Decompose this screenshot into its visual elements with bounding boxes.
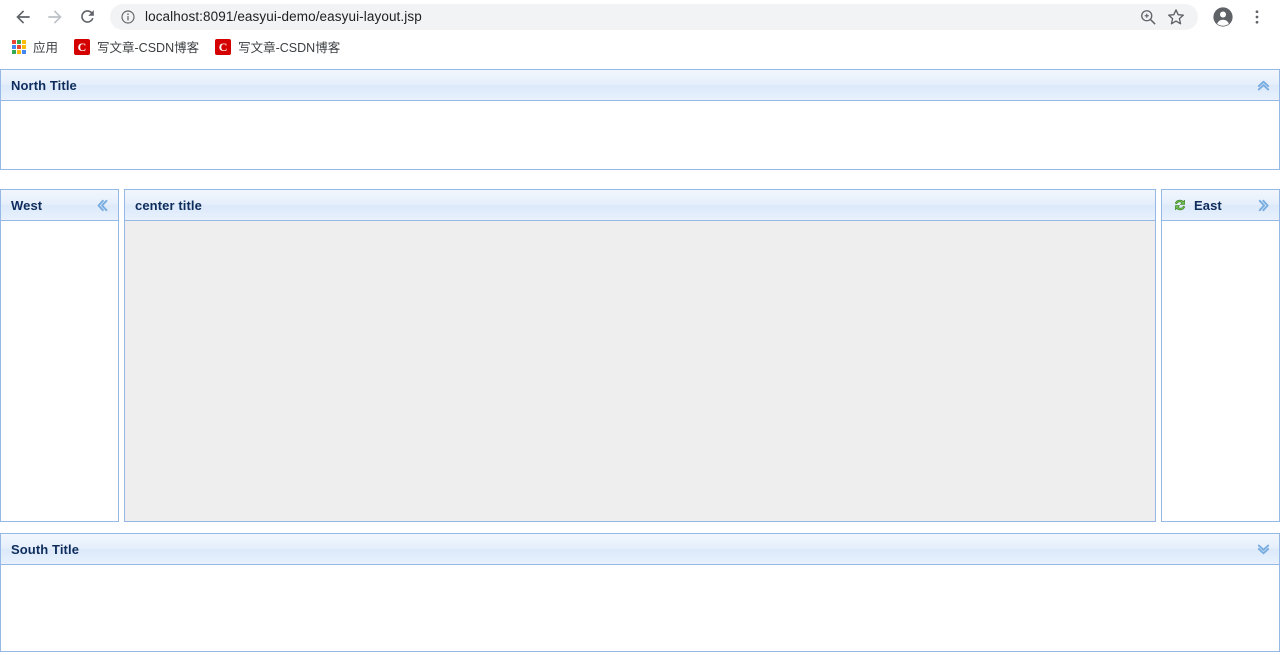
south-panel-body xyxy=(0,565,1280,652)
star-icon[interactable] xyxy=(1166,7,1186,27)
south-panel-title: South Title xyxy=(11,541,80,557)
bookmark-item-label: 写文章-CSDN博客 xyxy=(97,41,200,55)
bookmark-item-label: 写文章-CSDN博客 xyxy=(238,41,341,55)
address-bar-url: localhost:8091/easyui-demo/easyui-layout… xyxy=(145,9,422,24)
collapse-left-icon[interactable] xyxy=(94,197,110,213)
easyui-layout: North Title West center title East South… xyxy=(0,64,1280,655)
bookmarks-bar: 应用 C 写文章-CSDN博客 C 写文章-CSDN博客 xyxy=(0,33,1280,61)
csdn-favicon: C xyxy=(74,38,91,55)
browser-toolbar: localhost:8091/easyui-demo/easyui-layout… xyxy=(0,0,1280,33)
south-panel-header: South Title xyxy=(0,533,1280,565)
center-panel-title: center title xyxy=(135,197,202,213)
east-panel-body xyxy=(1161,221,1280,522)
east-panel-header: East xyxy=(1161,189,1280,221)
bookmark-item[interactable]: C 写文章-CSDN博客 xyxy=(213,36,348,58)
zoom-in-icon[interactable] xyxy=(1138,7,1158,27)
omnibox-actions xyxy=(1138,7,1194,27)
bookmark-apps[interactable]: 应用 xyxy=(10,36,66,58)
layout-panel-east: East xyxy=(1161,189,1280,522)
west-panel-header: West xyxy=(0,189,119,221)
reload-sync-icon xyxy=(1174,199,1186,211)
profile-and-menu xyxy=(1200,2,1272,32)
collapse-right-icon[interactable] xyxy=(1255,197,1271,213)
center-panel-body xyxy=(124,221,1156,522)
north-panel-header: North Title xyxy=(0,69,1280,101)
bookmark-item[interactable]: C 写文章-CSDN博客 xyxy=(72,36,207,58)
west-panel-title: West xyxy=(11,197,43,213)
north-panel-body xyxy=(0,101,1280,170)
account-avatar-icon xyxy=(1213,6,1233,27)
layout-panel-north: North Title xyxy=(0,69,1280,170)
profile-button[interactable] xyxy=(1208,2,1238,32)
apps-grid-icon xyxy=(12,39,26,54)
csdn-favicon: C xyxy=(215,38,232,55)
forward-arrow-icon xyxy=(48,9,62,24)
west-panel-body xyxy=(0,221,119,522)
three-dot-menu-icon xyxy=(1255,9,1259,24)
east-panel-title: East xyxy=(1194,197,1222,213)
reload-icon xyxy=(80,10,94,23)
collapse-up-icon[interactable] xyxy=(1255,77,1271,93)
chrome-menu-button[interactable] xyxy=(1242,2,1272,32)
center-panel-header: center title xyxy=(124,189,1156,221)
back-button[interactable] xyxy=(8,2,38,32)
bookmark-apps-label: 应用 xyxy=(33,41,59,55)
back-arrow-icon xyxy=(16,9,30,24)
north-panel-title: North Title xyxy=(11,77,77,93)
layout-panel-south: South Title xyxy=(0,533,1280,652)
collapse-down-icon[interactable] xyxy=(1255,541,1271,557)
forward-button[interactable] xyxy=(40,2,70,32)
address-bar[interactable]: localhost:8091/easyui-demo/easyui-layout… xyxy=(110,3,1198,30)
info-circle-icon[interactable] xyxy=(120,9,136,25)
layout-panel-center: center title xyxy=(124,189,1156,522)
layout-panel-west: West xyxy=(0,189,119,522)
reload-button[interactable] xyxy=(72,2,102,32)
